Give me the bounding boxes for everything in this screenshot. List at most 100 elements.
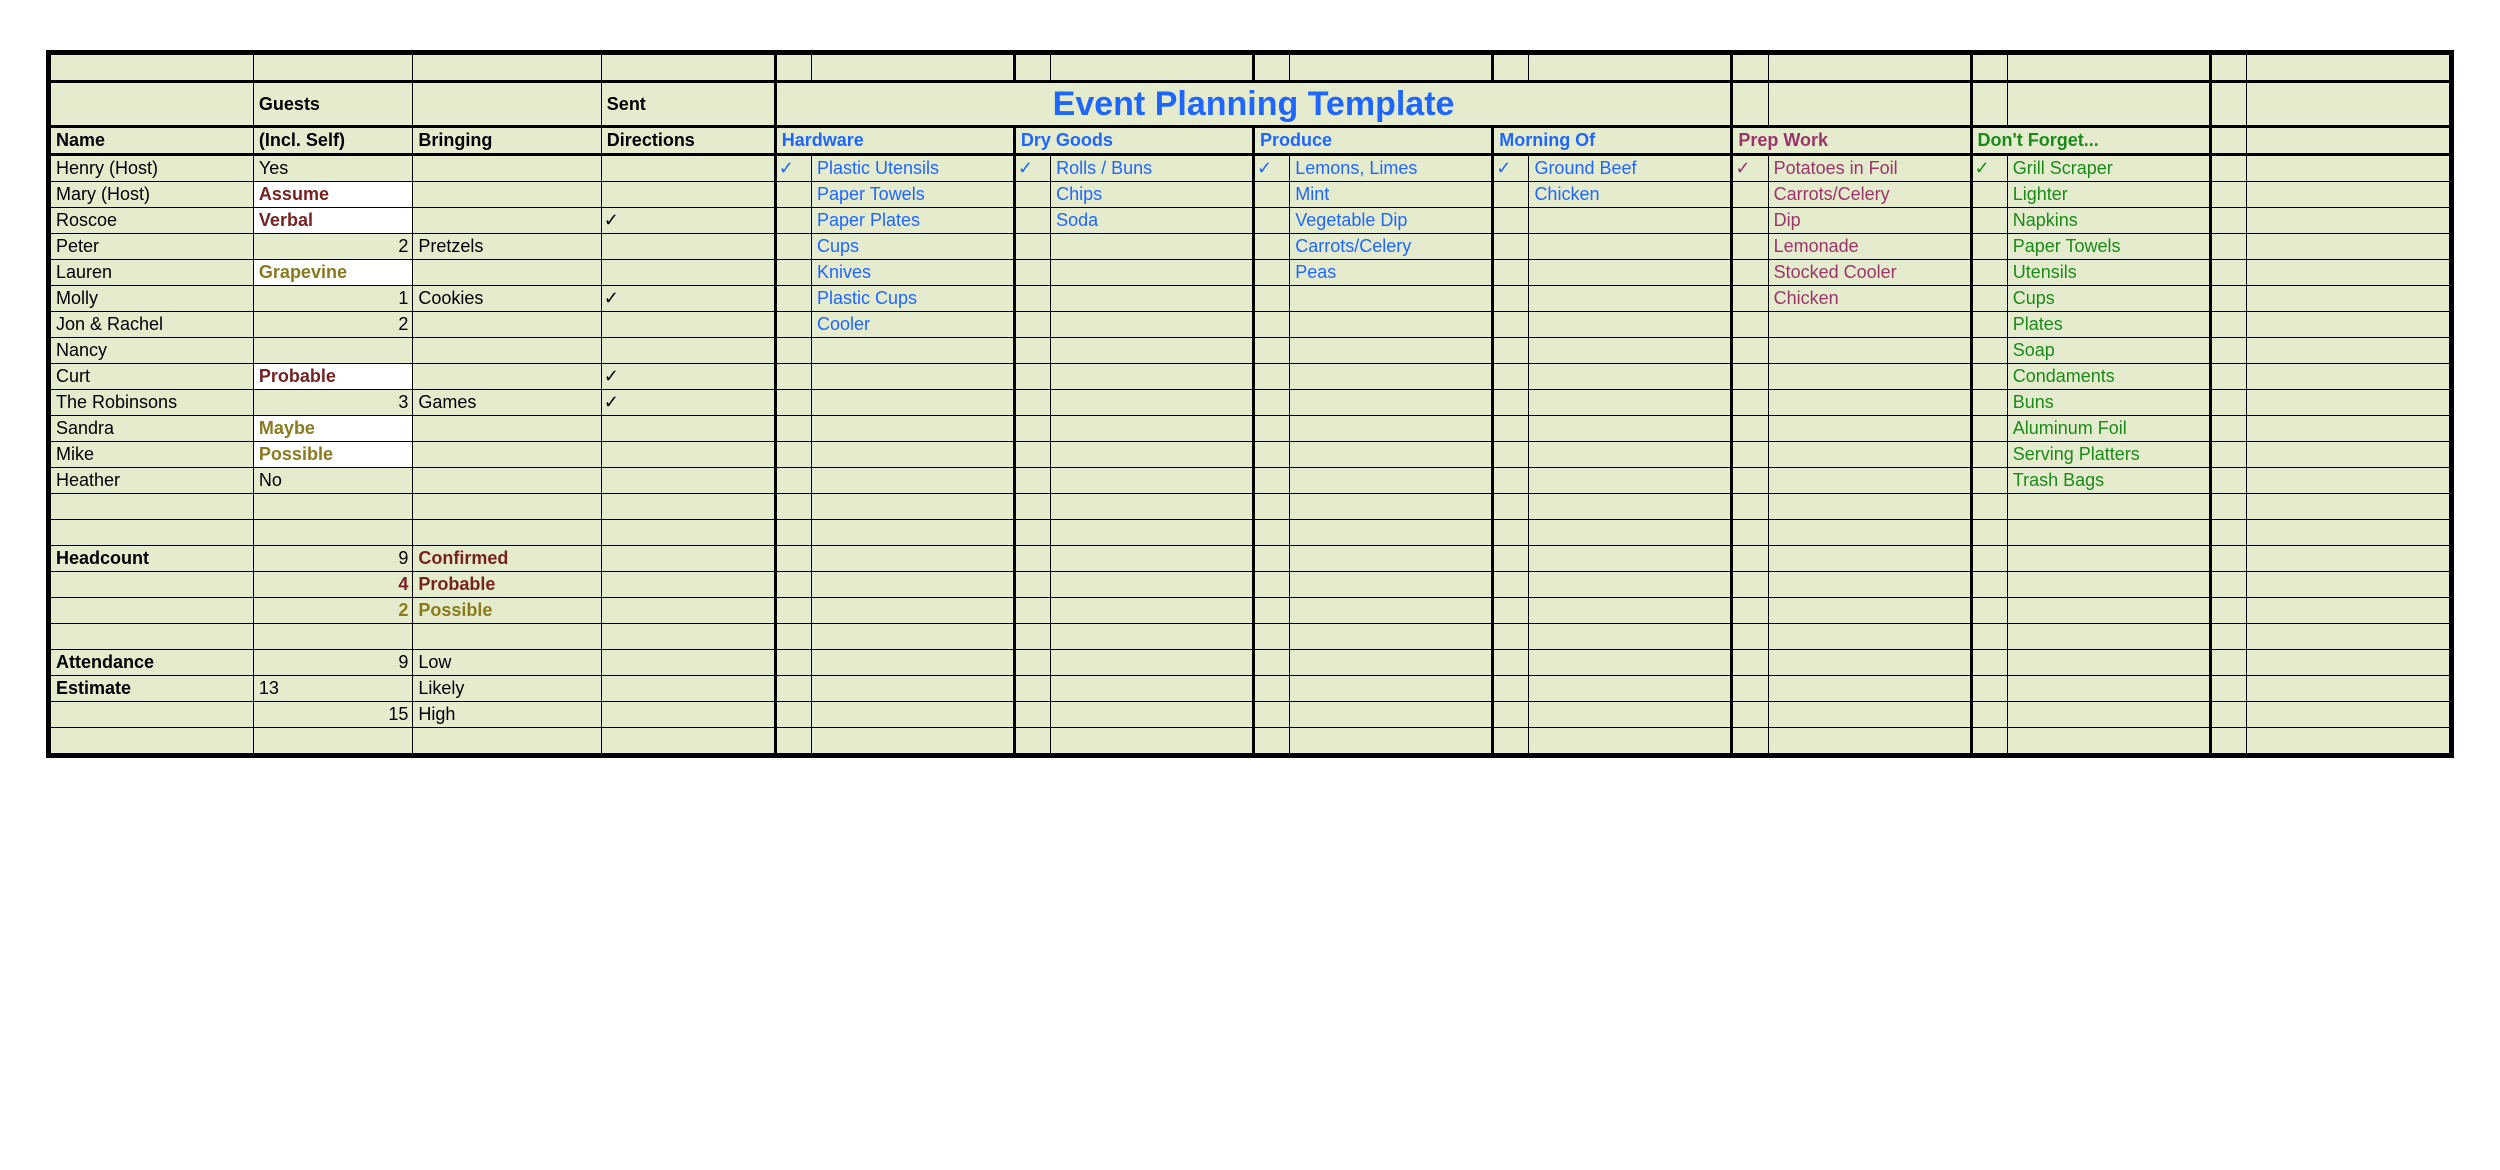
list-item[interactable] xyxy=(811,338,1014,364)
check-cell[interactable] xyxy=(1732,416,1768,442)
guests-header[interactable]: Guests xyxy=(253,82,412,127)
guest-directions[interactable] xyxy=(601,468,775,494)
list-item[interactable]: Lemons, Limes xyxy=(1290,155,1493,182)
check-cell[interactable] xyxy=(775,442,811,468)
list-item[interactable]: Ground Beef xyxy=(1529,155,1732,182)
check-cell[interactable] xyxy=(1014,312,1050,338)
guest-bringing[interactable] xyxy=(413,468,601,494)
check-cell[interactable] xyxy=(1493,416,1529,442)
check-cell[interactable] xyxy=(1971,312,2007,338)
guest-incl[interactable]: Grapevine xyxy=(253,260,412,286)
guest-bringing[interactable]: Cookies xyxy=(413,286,601,312)
guest-incl[interactable]: No xyxy=(253,468,412,494)
check-cell[interactable] xyxy=(1732,182,1768,208)
guest-directions[interactable] xyxy=(601,234,775,260)
check-cell[interactable] xyxy=(775,182,811,208)
guest-incl[interactable]: 2 xyxy=(253,312,412,338)
check-cell[interactable] xyxy=(1493,468,1529,494)
list-item[interactable] xyxy=(1768,364,1971,390)
list-item[interactable]: Lighter xyxy=(2007,182,2210,208)
list-item[interactable]: Rolls / Buns xyxy=(1051,155,1254,182)
list-item[interactable]: Buns xyxy=(2007,390,2210,416)
list-item[interactable] xyxy=(1051,390,1254,416)
list-item[interactable] xyxy=(1290,468,1493,494)
check-cell[interactable] xyxy=(1971,208,2007,234)
estimate-label[interactable]: Estimate xyxy=(51,676,254,702)
list-item[interactable] xyxy=(811,390,1014,416)
check-cell[interactable] xyxy=(1254,234,1290,260)
sent-header[interactable]: Sent xyxy=(601,82,775,127)
list-item[interactable]: Serving Platters xyxy=(2007,442,2210,468)
check-cell[interactable] xyxy=(1014,234,1050,260)
list-item[interactable] xyxy=(1051,442,1254,468)
check-cell[interactable] xyxy=(775,286,811,312)
guest-name[interactable]: Mary (Host) xyxy=(51,182,254,208)
check-cell[interactable]: ✓ xyxy=(1493,155,1529,182)
guest-bringing[interactable] xyxy=(413,338,601,364)
check-cell[interactable] xyxy=(775,260,811,286)
guest-incl[interactable]: Probable xyxy=(253,364,412,390)
list-item[interactable] xyxy=(1529,390,1732,416)
check-cell[interactable] xyxy=(1971,468,2007,494)
guest-name[interactable]: Heather xyxy=(51,468,254,494)
list-item[interactable]: Peas xyxy=(1290,260,1493,286)
list-item[interactable]: Chicken xyxy=(1768,286,1971,312)
check-cell[interactable] xyxy=(1014,442,1050,468)
check-cell[interactable] xyxy=(1732,286,1768,312)
check-cell[interactable] xyxy=(775,312,811,338)
guest-name[interactable]: Molly xyxy=(51,286,254,312)
check-cell[interactable]: ✓ xyxy=(1254,155,1290,182)
guest-incl[interactable]: Maybe xyxy=(253,416,412,442)
guest-name[interactable]: Sandra xyxy=(51,416,254,442)
check-cell[interactable] xyxy=(1732,208,1768,234)
list-item[interactable] xyxy=(1529,260,1732,286)
list-item[interactable] xyxy=(1290,286,1493,312)
list-item[interactable] xyxy=(1529,312,1732,338)
guest-directions[interactable] xyxy=(601,155,775,182)
check-cell[interactable] xyxy=(1732,338,1768,364)
guest-bringing[interactable] xyxy=(413,182,601,208)
check-cell[interactable] xyxy=(775,416,811,442)
guest-directions[interactable] xyxy=(601,182,775,208)
list-item[interactable] xyxy=(1529,364,1732,390)
list-item[interactable]: Paper Towels xyxy=(811,182,1014,208)
list-item[interactable] xyxy=(1529,208,1732,234)
check-cell[interactable] xyxy=(1971,364,2007,390)
guest-bringing[interactable] xyxy=(413,442,601,468)
list-item[interactable] xyxy=(1051,286,1254,312)
guest-name[interactable]: Nancy xyxy=(51,338,254,364)
check-cell[interactable] xyxy=(1971,390,2007,416)
attendance-label[interactable]: Attendance xyxy=(51,650,254,676)
check-cell[interactable] xyxy=(1014,182,1050,208)
guest-directions[interactable] xyxy=(601,312,775,338)
guest-bringing[interactable] xyxy=(413,208,601,234)
check-cell[interactable] xyxy=(1732,364,1768,390)
guest-bringing[interactable] xyxy=(413,416,601,442)
check-cell[interactable] xyxy=(1493,312,1529,338)
list-item[interactable] xyxy=(811,416,1014,442)
list-item[interactable] xyxy=(1529,286,1732,312)
list-item[interactable]: Cooler xyxy=(811,312,1014,338)
list-item[interactable] xyxy=(1768,338,1971,364)
col-dont-forget[interactable]: Don't Forget... xyxy=(1971,127,2210,155)
check-cell[interactable] xyxy=(1493,234,1529,260)
guest-bringing[interactable] xyxy=(413,312,601,338)
check-cell[interactable] xyxy=(1014,286,1050,312)
check-cell[interactable] xyxy=(1732,468,1768,494)
list-item[interactable]: Soap xyxy=(2007,338,2210,364)
list-item[interactable] xyxy=(1529,234,1732,260)
list-item[interactable]: Knives xyxy=(811,260,1014,286)
list-item[interactable] xyxy=(1529,338,1732,364)
guest-incl[interactable]: Yes xyxy=(253,155,412,182)
list-item[interactable] xyxy=(1051,260,1254,286)
check-cell[interactable] xyxy=(1014,390,1050,416)
list-item[interactable] xyxy=(1290,442,1493,468)
check-cell[interactable] xyxy=(1014,208,1050,234)
list-item[interactable] xyxy=(1768,442,1971,468)
list-item[interactable]: Carrots/Celery xyxy=(1290,234,1493,260)
check-cell[interactable] xyxy=(1014,364,1050,390)
list-item[interactable] xyxy=(1051,416,1254,442)
guest-incl[interactable]: Assume xyxy=(253,182,412,208)
check-cell[interactable]: ✓ xyxy=(1014,155,1050,182)
col-hardware[interactable]: Hardware xyxy=(775,127,1014,155)
